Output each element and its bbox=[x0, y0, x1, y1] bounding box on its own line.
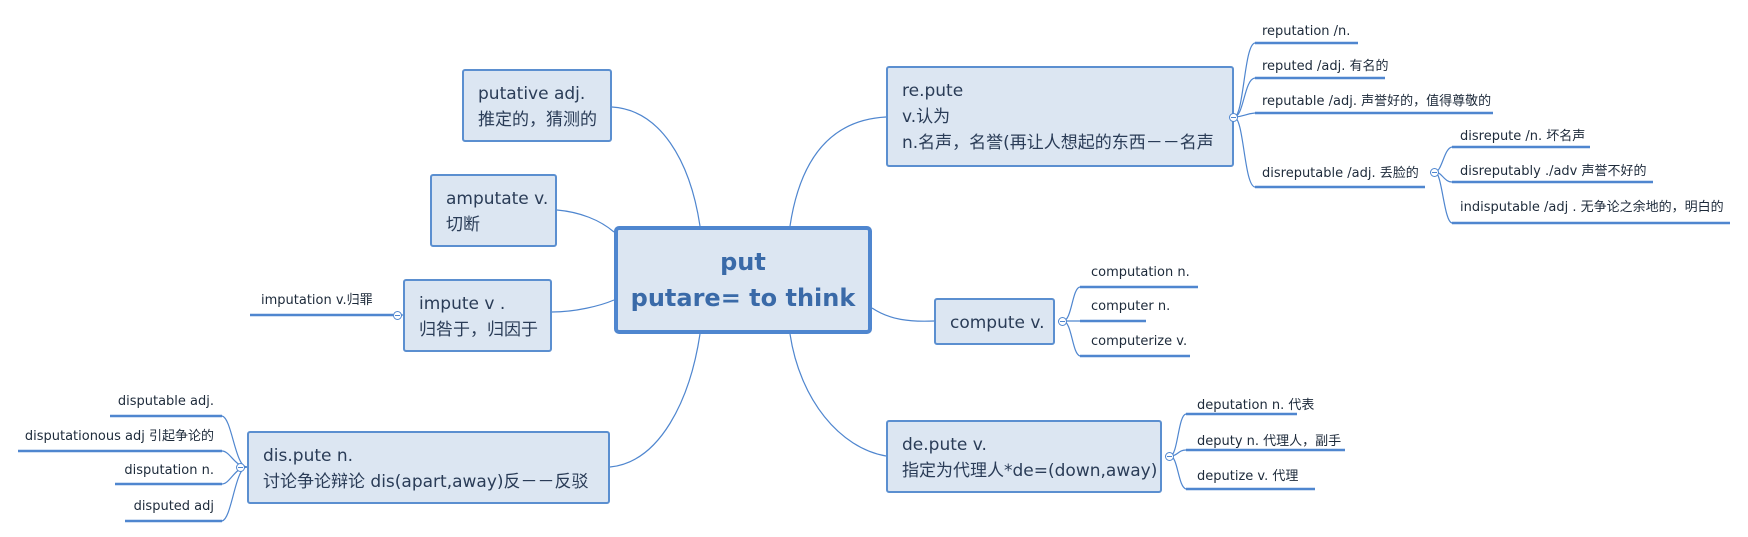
topic-impute[interactable]: impute v . 归咎于，归因于 bbox=[403, 279, 552, 352]
collapse-toggle-icon[interactable] bbox=[393, 311, 402, 320]
central-subtitle: putare= to think bbox=[630, 284, 856, 312]
topic-amputate[interactable]: amputate v. 切断 bbox=[430, 174, 557, 247]
topic-putative-meaning: 推定的，猜测的 bbox=[478, 110, 597, 130]
topic-dispute-meaning: 讨论争论辩论 dis(apart,away)反－－反驳 bbox=[263, 472, 589, 492]
collapse-toggle-icon[interactable] bbox=[236, 463, 245, 472]
subtopic-disputationous[interactable]: disputationous adj 引起争论的 bbox=[18, 429, 214, 445]
topic-compute-word: compute v. bbox=[950, 313, 1045, 333]
topic-depute-word: de.pute v. bbox=[902, 435, 987, 455]
topic-repute-noun: n.名声，名誉(再让人想起的东西－－名声 bbox=[902, 133, 1214, 153]
subtopic-disputable[interactable]: disputable adj. bbox=[110, 394, 214, 410]
collapse-toggle-icon[interactable] bbox=[1165, 452, 1174, 461]
central-topic[interactable]: put putare= to think bbox=[614, 226, 872, 334]
topic-depute[interactable]: de.pute v. 指定为代理人*de=(down,away) bbox=[886, 420, 1162, 493]
topic-dispute-word: dis.pute n. bbox=[263, 446, 354, 466]
subtopic-computerize[interactable]: computerize v. bbox=[1091, 334, 1187, 350]
subtopic-disputation[interactable]: disputation n. bbox=[110, 463, 214, 479]
topic-compute[interactable]: compute v. bbox=[934, 298, 1055, 345]
central-title: put bbox=[720, 248, 766, 276]
subtopic-reputable[interactable]: reputable /adj. 声誉好的，值得尊敬的 bbox=[1262, 94, 1491, 110]
topic-putative-word: putative adj. bbox=[478, 84, 586, 104]
topic-amputate-meaning: 切断 bbox=[446, 215, 480, 235]
topic-dispute[interactable]: dis.pute n. 讨论争论辩论 dis(apart,away)反－－反驳 bbox=[247, 431, 610, 504]
subtopic-disreputably[interactable]: disreputably ./adv 声誉不好的 bbox=[1460, 164, 1647, 180]
topic-depute-meaning: 指定为代理人*de=(down,away) bbox=[902, 461, 1158, 481]
topic-amputate-word: amputate v. bbox=[446, 189, 549, 209]
subtopic-indisputable[interactable]: indisputable /adj . 无争论之余地的，明白的 bbox=[1460, 200, 1724, 216]
subtopic-disreputable[interactable]: disreputable /adj. 丢脸的 bbox=[1262, 166, 1419, 182]
topic-repute[interactable]: re.pute v.认为 n.名声，名誉(再让人想起的东西－－名声 bbox=[886, 66, 1234, 167]
topic-putative[interactable]: putative adj. 推定的，猜测的 bbox=[462, 69, 612, 142]
subtopic-disrepute[interactable]: disrepute /n. 坏名声 bbox=[1460, 129, 1585, 145]
subtopic-disputed[interactable]: disputed adj bbox=[110, 499, 214, 515]
subtopic-reputed[interactable]: reputed /adj. 有名的 bbox=[1262, 59, 1389, 75]
topic-impute-word: impute v . bbox=[419, 294, 506, 314]
topic-repute-verb: v.认为 bbox=[902, 107, 951, 127]
subtopic-computer[interactable]: computer n. bbox=[1091, 299, 1170, 315]
collapse-toggle-icon[interactable] bbox=[1229, 113, 1238, 122]
subtopic-deputize[interactable]: deputize v. 代理 bbox=[1197, 469, 1298, 485]
subtopic-imputation[interactable]: imputation v.归罪 bbox=[261, 293, 373, 309]
subtopic-deputation[interactable]: deputation n. 代表 bbox=[1197, 398, 1314, 414]
subtopic-deputy[interactable]: deputy n. 代理人，副手 bbox=[1197, 434, 1341, 450]
subtopic-reputation[interactable]: reputation /n. bbox=[1262, 24, 1350, 40]
subtopic-computation[interactable]: computation n. bbox=[1091, 265, 1190, 281]
topic-repute-word: re.pute bbox=[902, 81, 964, 101]
topic-impute-meaning: 归咎于，归因于 bbox=[419, 320, 538, 340]
collapse-toggle-icon[interactable] bbox=[1058, 317, 1067, 326]
collapse-toggle-icon[interactable] bbox=[1430, 168, 1439, 177]
